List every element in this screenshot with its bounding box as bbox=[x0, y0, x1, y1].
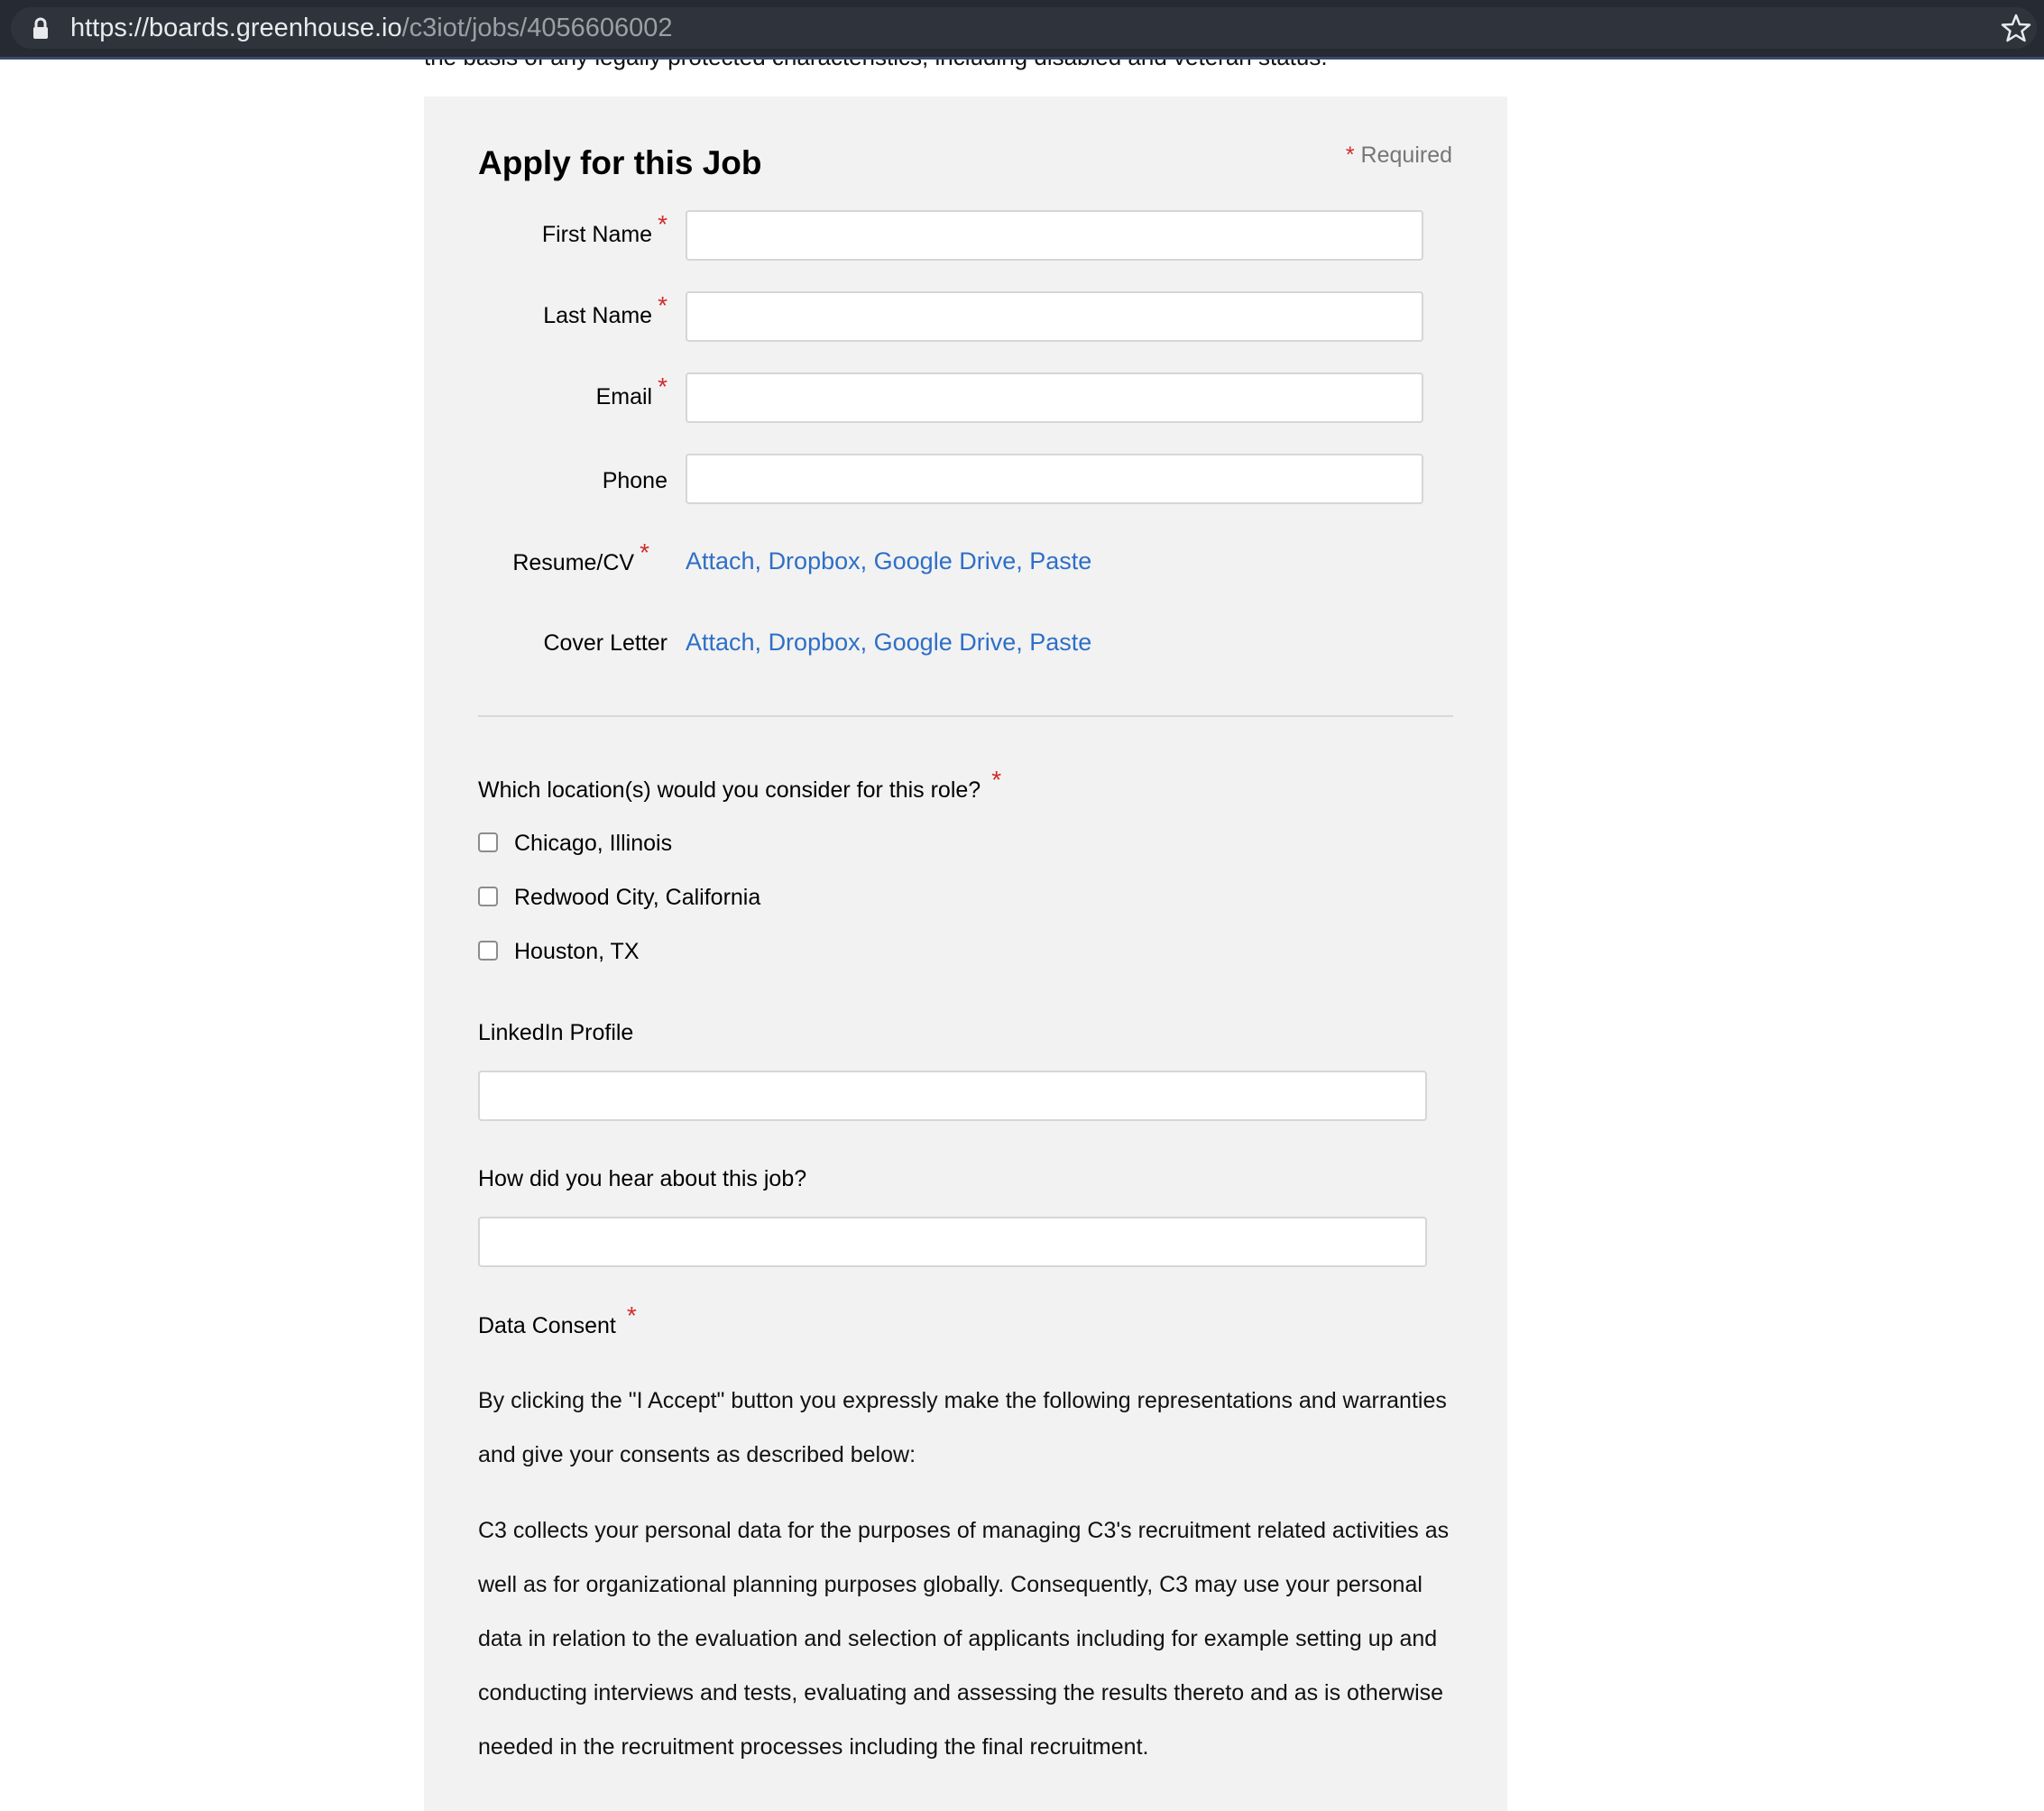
data-consent-label: Data Consent * bbox=[478, 1301, 637, 1340]
resume-label-text: Resume/CV bbox=[512, 550, 635, 575]
first-name-input[interactable] bbox=[686, 210, 1423, 261]
houston-checkbox[interactable] bbox=[478, 941, 498, 961]
data-consent-text: Data Consent bbox=[478, 1313, 616, 1338]
url-host: https://boards.greenhouse.io bbox=[70, 14, 402, 42]
browser-address-bar: https://boards.greenhouse.io/c3iot/jobs/… bbox=[0, 0, 2044, 60]
url-text[interactable]: https://boards.greenhouse.io/c3iot/jobs/… bbox=[70, 10, 673, 46]
last-name-required: * bbox=[658, 291, 668, 319]
cover-letter-attach-options: Attach, Dropbox, Google Drive, Paste bbox=[686, 629, 1092, 656]
first-name-label-text: First Name bbox=[541, 222, 653, 247]
hear-about-input[interactable] bbox=[478, 1217, 1427, 1267]
form-title: Apply for this Job bbox=[478, 144, 762, 181]
linkedin-input[interactable] bbox=[478, 1071, 1427, 1121]
data-consent-required: * bbox=[626, 1301, 637, 1329]
last-name-input[interactable] bbox=[686, 291, 1423, 342]
required-note: * Required bbox=[1346, 141, 1452, 170]
redwood-city-label: Redwood City, California bbox=[514, 885, 761, 910]
email-required: * bbox=[658, 372, 668, 400]
location-required: * bbox=[991, 766, 1002, 794]
resume-attach-options: Attach, Dropbox, Google Drive, Paste bbox=[686, 547, 1092, 575]
resume-dropbox-link[interactable]: Dropbox bbox=[769, 547, 861, 575]
section-divider bbox=[478, 715, 1453, 717]
cover-letter-dropbox-link[interactable]: Dropbox bbox=[769, 629, 861, 656]
chicago-checkbox[interactable] bbox=[478, 832, 498, 852]
last-name-label-text: Last Name bbox=[543, 303, 653, 328]
resume-google-drive-link[interactable]: Google Drive bbox=[874, 547, 1017, 575]
first-name-required: * bbox=[658, 210, 668, 238]
first-name-label: First Name * bbox=[541, 210, 668, 249]
required-asterisk: * bbox=[1345, 142, 1355, 168]
hear-about-label: How did you hear about this job? bbox=[478, 1166, 807, 1191]
consent-paragraph-1: By clicking the "I Accept" button you ex… bbox=[478, 1388, 1447, 1467]
lock-icon bbox=[33, 17, 48, 39]
email-label-text: Email bbox=[595, 384, 653, 409]
cover-letter-label: Cover Letter bbox=[543, 630, 668, 656]
resume-label: Resume/CV * bbox=[512, 538, 649, 577]
required-note-label: Required bbox=[1360, 142, 1452, 168]
cover-letter-google-drive-link[interactable]: Google Drive bbox=[874, 629, 1017, 656]
email-input[interactable] bbox=[686, 372, 1423, 423]
phone-label: Phone bbox=[602, 468, 668, 493]
email-label: Email * bbox=[595, 372, 668, 411]
resume-attach-link[interactable]: Attach bbox=[686, 547, 755, 575]
cover-letter-paste-link[interactable]: Paste bbox=[1029, 629, 1091, 656]
location-question-label: Which location(s) would you consider for… bbox=[478, 766, 1001, 804]
houston-label: Houston, TX bbox=[514, 939, 640, 964]
cover-letter-attach-link[interactable]: Attach bbox=[686, 629, 755, 656]
resume-paste-link[interactable]: Paste bbox=[1029, 547, 1091, 575]
redwood-city-checkbox[interactable] bbox=[478, 887, 498, 906]
location-question-text: Which location(s) would you consider for… bbox=[478, 777, 981, 803]
consent-paragraph-2: C3 collects your personal data for the p… bbox=[478, 1518, 1450, 1760]
chicago-label: Chicago, Illinois bbox=[514, 831, 673, 856]
linkedin-label: LinkedIn Profile bbox=[478, 1020, 634, 1045]
url-path: /c3iot/jobs/4056606002 bbox=[401, 14, 673, 42]
bookmark-star-icon[interactable] bbox=[2001, 13, 2031, 43]
phone-input[interactable] bbox=[686, 454, 1423, 504]
resume-required: * bbox=[640, 538, 649, 566]
last-name-label: Last Name * bbox=[543, 291, 668, 330]
